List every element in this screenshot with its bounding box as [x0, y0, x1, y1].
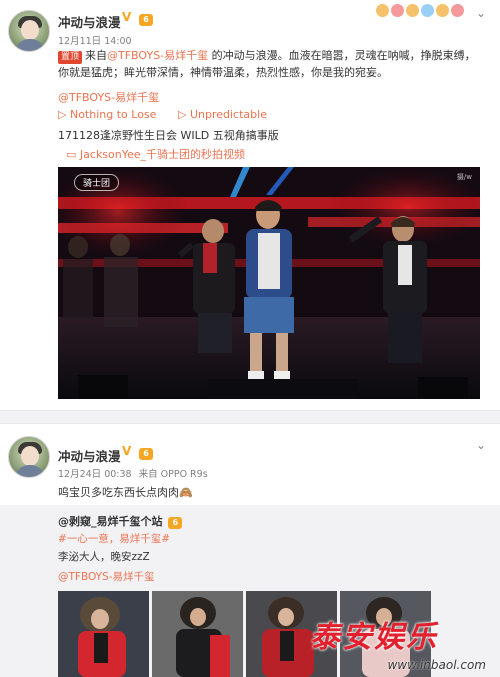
level-badge: 6 — [168, 517, 183, 529]
video-player[interactable]: 骑士团 摄/w — [58, 167, 480, 399]
concert-stage-image — [58, 167, 480, 399]
post-timestamp[interactable]: 12月11日 14:00 — [58, 33, 132, 47]
photo-image — [58, 591, 149, 677]
repost-text: 李泌大人，晚安zzZ — [58, 551, 150, 563]
level-badge: 6 — [139, 14, 153, 26]
watermark-title: 泰安娱乐 — [310, 620, 438, 655]
username[interactable]: 冲动与浪漫 — [58, 12, 121, 31]
video-icon: ▭ — [66, 148, 77, 161]
music-link-2[interactable]: ▷ Unpredictable — [178, 108, 267, 121]
watermark-url: www.inbaol.com — [387, 658, 486, 672]
weibo-post-2: 冲动与浪漫 V 6 ⌄ 12月24日 00:38 来自 OPPO R9s 呜宝贝… — [0, 424, 500, 677]
verified-badge: V — [122, 444, 132, 458]
chevron-down-icon[interactable]: ⌄ — [476, 438, 486, 452]
pinned-tag: 置顶 — [58, 51, 83, 64]
video-link-label: JacksonYee_千骑士团的秒拍视频 — [79, 148, 246, 161]
level-badge: 6 — [139, 448, 153, 460]
hashtag-link[interactable]: #一心一意，易烊千玺# — [58, 531, 170, 546]
music-link-1[interactable]: ▷ Nothing to Lose — [58, 108, 156, 121]
post-timestamp[interactable]: 12月24日 00:38 — [58, 469, 132, 480]
avatar[interactable] — [8, 436, 50, 478]
photo-thumbnail[interactable] — [58, 591, 149, 677]
video-title: 171128逢凉野性生日会 WILD 五视角搞事版 — [58, 129, 279, 142]
mention-link[interactable]: @TFBOYS-易烊千玺 — [107, 49, 208, 62]
post-content: 置顶 来自@TFBOYS-易烊千玺 的冲动与浪漫。血液在暗嚣，灵魂在呐喊，挣脱束缚… — [58, 47, 478, 81]
decoration-emoji-strip — [376, 4, 464, 20]
username[interactable]: 冲动与浪漫 — [58, 446, 121, 465]
mention-link[interactable]: @TFBOYS-易烊千玺 — [58, 569, 155, 584]
post-source: 来自 OPPO R9s — [138, 469, 208, 480]
play-icon: ▷ — [58, 108, 67, 121]
video-link[interactable]: ▭ JacksonYee_千骑士团的秒拍视频 — [66, 146, 245, 162]
post-separator — [0, 410, 500, 424]
play-icon: ▷ — [178, 108, 187, 121]
video-source-badge: 骑士团 — [74, 174, 120, 191]
site-watermark: 泰安娱乐 www.inbaol.com — [306, 610, 496, 674]
repost-username-label: @剥窥_易烊千玺个站 — [58, 515, 163, 528]
music-title: Nothing to Lose — [69, 108, 157, 121]
video-corner-label: 摄/w — [456, 173, 472, 181]
avatar[interactable] — [8, 10, 50, 52]
verified-badge: V — [122, 10, 132, 24]
photo-image — [152, 591, 243, 677]
mention-link-2[interactable]: @TFBOYS-易烊千玺 — [58, 89, 159, 105]
post-meta: 12月24日 00:38 来自 OPPO R9s — [58, 466, 208, 480]
content-prefix: 来自 — [85, 49, 108, 62]
music-title: Unpredictable — [189, 108, 267, 121]
repost-username[interactable]: @剥窥_易烊千玺个站 6 — [58, 513, 183, 529]
chevron-down-icon[interactable]: ⌄ — [476, 6, 486, 20]
weibo-post-1: 冲动与浪漫 V 6 12月11日 14:00 ⌄ 置顶 来自@TFBOYS-易烊千… — [0, 0, 500, 410]
photo-thumbnail[interactable] — [152, 591, 243, 677]
post-content: 呜宝贝多吃东西长点肉肉🙈 — [58, 486, 193, 499]
